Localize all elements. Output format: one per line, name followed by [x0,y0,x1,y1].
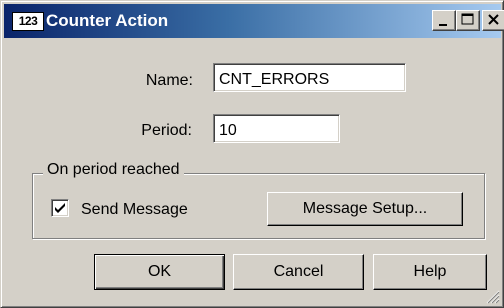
cancel-button[interactable]: Cancel [233,254,364,290]
name-label: Name: [145,72,193,89]
maximize-button[interactable] [456,10,480,31]
ok-button[interactable]: OK [94,254,225,290]
send-message-checkbox[interactable] [51,199,69,217]
title-bar[interactable]: 123 Counter Action [4,4,504,38]
minimize-button[interactable] [432,10,456,31]
send-message-label[interactable]: Send Message [81,201,188,219]
group-legend: On period reached [43,161,184,179]
minimize-icon [439,24,447,26]
message-setup-button[interactable]: Message Setup... [267,192,463,226]
counter-action-dialog: 123 Counter Action Name: Period: On peri… [0,0,504,308]
maximize-icon [461,13,474,25]
checkmark-icon [55,203,65,213]
close-button[interactable] [482,10,504,31]
period-label: Period: [141,122,192,139]
resize-grip-icon[interactable] [486,290,500,304]
name-field[interactable] [213,63,406,92]
close-icon [488,14,499,25]
period-field[interactable] [213,114,340,143]
help-button[interactable]: Help [373,254,487,290]
counter-app-icon: 123 [12,12,44,31]
window-title: Counter Action [46,11,169,30]
